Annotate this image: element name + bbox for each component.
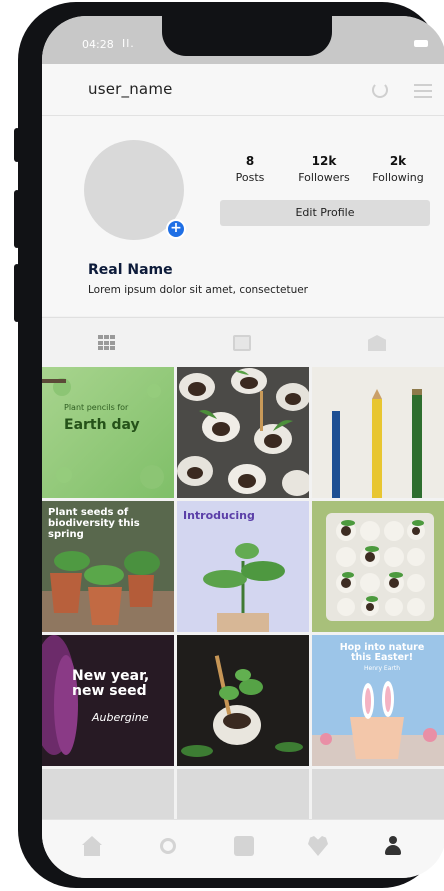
volume-down-button	[14, 264, 20, 322]
grid-icon[interactable]	[98, 335, 116, 351]
followers-count: 12k	[311, 154, 337, 168]
stat-posts[interactable]: 8 Posts	[228, 154, 272, 184]
posts-label: Posts	[235, 171, 265, 184]
refresh-icon[interactable]	[372, 82, 388, 98]
post-tile[interactable]: Hop into nature this Easter! Henry Earth	[312, 635, 444, 766]
aubergine-photo	[42, 635, 174, 766]
notch	[162, 16, 332, 56]
post-tile[interactable]: Plant seeds of biodiversity this spring	[42, 501, 174, 632]
post-caption-small: Aubergine	[92, 711, 149, 724]
post-caption: New year, new seed	[72, 668, 150, 699]
profile-tabs	[42, 317, 444, 367]
tagged-icon[interactable]	[368, 335, 386, 351]
edit-profile-button[interactable]: Edit Profile	[220, 200, 430, 226]
search-icon[interactable]	[160, 838, 176, 854]
post-tile[interactable]	[177, 367, 309, 498]
post-caption-small: Plant pencils for	[64, 403, 129, 412]
post-tile[interactable]	[177, 635, 309, 766]
stat-following[interactable]: 2k Following	[366, 154, 430, 184]
followers-label: Followers	[298, 171, 350, 184]
egg-carton-photo	[312, 501, 444, 632]
pencils-photo	[332, 389, 422, 498]
following-label: Following	[372, 171, 424, 184]
profile-header: user_name	[42, 64, 444, 116]
eggshell-photo	[177, 368, 309, 496]
post-caption-small: Henry Earth	[363, 665, 401, 672]
post-tile[interactable]: New year, new seed Aubergine	[42, 635, 174, 766]
posts-count: 8	[245, 154, 255, 168]
volume-up-button	[14, 190, 20, 248]
post-tile[interactable]	[312, 367, 444, 498]
hamburger-menu-icon[interactable]	[414, 84, 432, 102]
stat-followers[interactable]: 12k Followers	[292, 154, 356, 184]
following-count: 2k	[389, 154, 407, 168]
username: user_name	[88, 80, 173, 98]
post-caption: Earth day	[64, 417, 140, 433]
signal-icon: Il.	[122, 37, 135, 50]
add-post-icon[interactable]	[234, 836, 254, 856]
profile-section: + 8 Posts 12k Followers 2k Following Edi…	[42, 116, 444, 316]
battery-icon	[414, 40, 428, 47]
post-caption: Hop into nature this Easter!	[339, 642, 425, 663]
mute-switch	[14, 128, 20, 162]
bottom-nav	[42, 819, 444, 878]
phone-frame: 04:28 Il. user_name + 8 Posts 12k Follow…	[14, 2, 444, 888]
post-caption: Plant seeds of biodiversity this spring	[48, 507, 140, 540]
post-tile[interactable]: Plant pencils for Earth day	[42, 367, 174, 498]
heart-icon[interactable]	[308, 836, 328, 856]
pencil-sprout-photo	[177, 635, 309, 766]
add-story-icon[interactable]: +	[166, 219, 186, 239]
bio-text: Lorem ipsum dolor sit amet, consectetuer	[88, 284, 308, 296]
post-tile[interactable]: Introducing	[177, 501, 309, 632]
profile-icon[interactable]	[384, 836, 402, 856]
post-grid: Plant pencils for Earth day Plant seeds …	[42, 367, 444, 829]
real-name: Real Name	[88, 262, 173, 278]
screen: 04:28 Il. user_name + 8 Posts 12k Follow…	[42, 16, 444, 878]
post-tile[interactable]	[312, 501, 444, 632]
post-caption: Introducing	[183, 509, 255, 522]
home-icon[interactable]	[82, 836, 102, 856]
tv-icon[interactable]	[233, 335, 251, 351]
status-time: 04:28	[82, 38, 114, 51]
